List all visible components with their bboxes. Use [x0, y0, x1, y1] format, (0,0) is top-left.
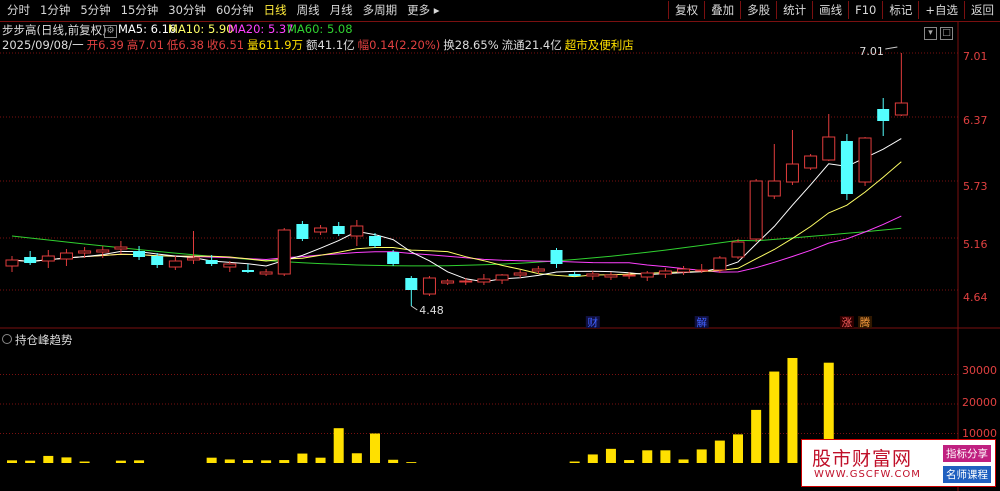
ma60-line [11, 227, 902, 267]
volume-bar [624, 460, 635, 463]
candle-up [658, 270, 672, 275]
volume-bar [569, 461, 580, 463]
high-pointer [885, 46, 898, 50]
candle-up [767, 180, 781, 197]
volume-bar [115, 460, 126, 463]
volume-bar [224, 459, 235, 463]
candle-down [840, 141, 853, 194]
candle-down [369, 236, 381, 246]
site-watermark: 股市财富网 WWW.GSCFW.COM 指标分享 名师课程 [801, 439, 996, 487]
candle-down [550, 250, 563, 264]
candle-down [133, 251, 146, 257]
event-marker: 解 [696, 316, 707, 329]
volume-bar [696, 449, 707, 463]
candle-up [350, 225, 364, 237]
volume-bar [587, 454, 598, 463]
candle-up [259, 271, 273, 275]
candle-up [622, 274, 636, 277]
volume-bar [242, 460, 253, 463]
candle-up [187, 257, 200, 261]
ma20-line [11, 215, 902, 273]
volume-bar [279, 460, 290, 463]
candle-down [877, 109, 890, 121]
candle-up [96, 249, 110, 253]
volume-bar [714, 440, 725, 463]
volume-bar [642, 450, 653, 463]
event-marker: 腾 [860, 316, 871, 329]
candle-up [785, 163, 799, 183]
low-annotation: 4.48 [419, 304, 444, 317]
candle-up [78, 250, 92, 254]
volume-bar [206, 457, 217, 463]
candle-up [695, 269, 709, 272]
volume-bar [134, 460, 145, 463]
candle-up [277, 229, 291, 275]
low-pointer [411, 305, 418, 311]
candle-down [151, 256, 164, 265]
candle-up [858, 137, 872, 183]
candle-up [713, 257, 727, 271]
candle-up [586, 273, 600, 277]
candle-up [114, 246, 128, 250]
candle-down [568, 274, 581, 276]
volume-bar [406, 462, 417, 463]
candle-up [749, 180, 763, 240]
candle-up [804, 155, 818, 169]
volume-bar [769, 371, 780, 463]
candle-up [441, 280, 455, 284]
volume-bar [751, 409, 762, 463]
volume-bar [370, 433, 380, 463]
candle-up [223, 263, 237, 268]
candle-down [332, 226, 345, 234]
candle-up [513, 272, 527, 276]
volume-bar [787, 357, 798, 463]
event-marker: 涨 [842, 317, 853, 329]
candle-up [314, 227, 328, 233]
candle-up [531, 268, 545, 272]
candle-down [24, 257, 37, 263]
volume-bar [605, 448, 616, 463]
candle-up [731, 241, 745, 258]
volume-bar [678, 459, 689, 463]
candle-down [405, 278, 418, 290]
ma10-line [11, 161, 902, 278]
volume-bar [315, 457, 326, 463]
candle-up [894, 102, 908, 116]
high-annotation: 7.01 [859, 45, 884, 58]
volume-bar [660, 450, 671, 463]
volume-bar [25, 460, 36, 463]
volume-bar [733, 434, 743, 463]
candle-up [459, 280, 473, 283]
volume-bar [261, 460, 272, 463]
candle-down [296, 224, 309, 239]
volume-bar [43, 455, 54, 463]
candle-up [604, 274, 618, 278]
candle-up [422, 277, 436, 295]
kline-chart[interactable]: 7.01 4.48 财 解 涨腾 [0, 0, 1000, 491]
candle-up [5, 259, 19, 267]
volume-bar [7, 460, 17, 463]
candle-up [640, 272, 654, 278]
volume-bar [351, 453, 362, 463]
event-marker: 财 [588, 316, 599, 329]
candle-down [205, 260, 218, 264]
candle-up [495, 274, 509, 281]
candle-up [59, 252, 73, 260]
candle-up [41, 255, 55, 262]
volume-bar [297, 453, 308, 463]
candle-up [168, 260, 182, 268]
volume-bar [388, 459, 399, 463]
candle-up [477, 278, 491, 283]
candle-down [241, 270, 254, 272]
candle-up [677, 268, 691, 273]
volume-bar [61, 457, 72, 463]
ma5-line [11, 138, 902, 283]
volume-bar [79, 461, 90, 463]
candle-up [822, 136, 836, 161]
candle-down [387, 252, 400, 264]
volume-bar [333, 428, 344, 463]
